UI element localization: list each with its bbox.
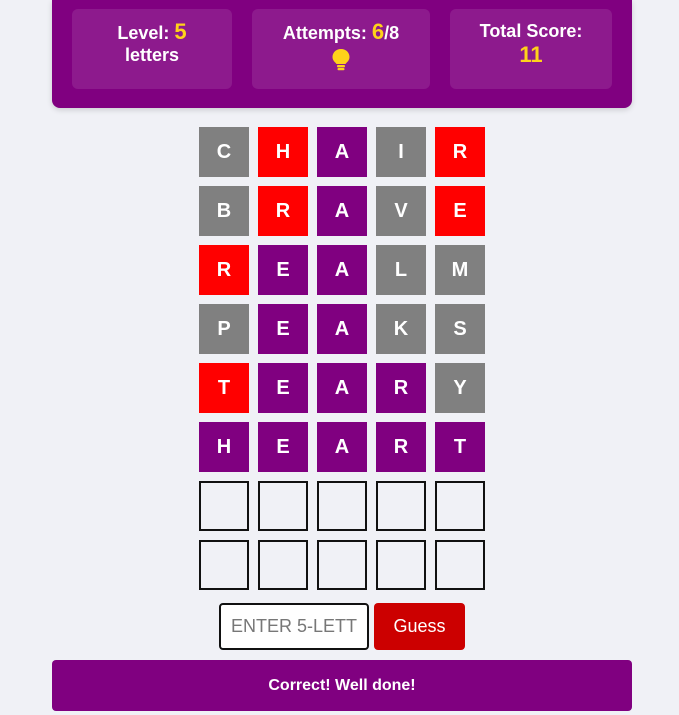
letter-tile: A — [317, 245, 367, 295]
letter-tile: I — [376, 127, 426, 177]
grid-row — [199, 540, 494, 590]
guess-form: Guess — [219, 603, 465, 650]
attempts-panel: Attempts: 6/8 — [252, 9, 430, 89]
letter-tile: S — [435, 304, 485, 354]
score-label: Total Score: — [479, 21, 583, 41]
grid-row: REALM — [199, 245, 494, 295]
letter-tile: B — [199, 186, 249, 236]
score-panel: Total Score: 11 — [450, 9, 612, 89]
letter-tile: R — [376, 422, 426, 472]
letter-tile: A — [317, 127, 367, 177]
empty-tile — [317, 481, 367, 531]
letter-tile: K — [376, 304, 426, 354]
grid-row: CHAIR — [199, 127, 494, 177]
empty-tile — [435, 481, 485, 531]
letter-tile: E — [258, 304, 308, 354]
grid-row: TEARY — [199, 363, 494, 413]
letter-tile: H — [199, 422, 249, 472]
letter-tile: A — [317, 186, 367, 236]
letter-tile: R — [258, 186, 308, 236]
empty-tile — [199, 481, 249, 531]
level-panel: Level: 5 letters — [72, 9, 232, 89]
letter-tile: H — [258, 127, 308, 177]
letter-tile: A — [317, 422, 367, 472]
letter-tile: E — [258, 422, 308, 472]
empty-tile — [258, 540, 308, 590]
empty-tile — [376, 481, 426, 531]
level-value: 5 — [174, 19, 187, 44]
letter-tile: C — [199, 127, 249, 177]
letter-tile: V — [376, 186, 426, 236]
attempts-value: 6 — [371, 19, 385, 44]
level-label: Level: — [117, 23, 170, 43]
result-message: Correct! Well done! — [52, 660, 632, 711]
grid-row: BRAVE — [199, 186, 494, 236]
letter-tile: A — [317, 304, 367, 354]
grid-row — [199, 481, 494, 531]
attempts-label: Attempts: — [282, 23, 367, 43]
letter-tile: L — [376, 245, 426, 295]
result-message-text: Correct! Well done! — [268, 676, 416, 694]
empty-tile — [376, 540, 426, 590]
grid-row: HEART — [199, 422, 494, 472]
letter-tile: R — [435, 127, 485, 177]
letter-tile: M — [435, 245, 485, 295]
empty-tile — [317, 540, 367, 590]
empty-tile — [435, 540, 485, 590]
letter-tile: E — [258, 245, 308, 295]
lightbulb-icon[interactable] — [330, 48, 352, 72]
letter-tile: R — [376, 363, 426, 413]
empty-tile — [199, 540, 249, 590]
guess-button[interactable]: Guess — [374, 603, 465, 650]
guess-grid: CHAIRBRAVEREALMPEAKSTEARYHEART — [199, 127, 494, 599]
grid-row: PEAKS — [199, 304, 494, 354]
level-unit: letters — [124, 45, 180, 65]
letter-tile: T — [199, 363, 249, 413]
score-header: Level: 5 letters Attempts: 6/8 Total Sco… — [52, 0, 632, 108]
letter-tile: E — [258, 363, 308, 413]
letter-tile: A — [317, 363, 367, 413]
letter-tile: Y — [435, 363, 485, 413]
letter-tile: R — [199, 245, 249, 295]
word-input[interactable] — [219, 603, 369, 650]
attempts-total: /8 — [384, 23, 400, 43]
score-value: 11 — [519, 42, 543, 67]
letter-tile: E — [435, 186, 485, 236]
letter-tile: P — [199, 304, 249, 354]
empty-tile — [258, 481, 308, 531]
letter-tile: T — [435, 422, 485, 472]
